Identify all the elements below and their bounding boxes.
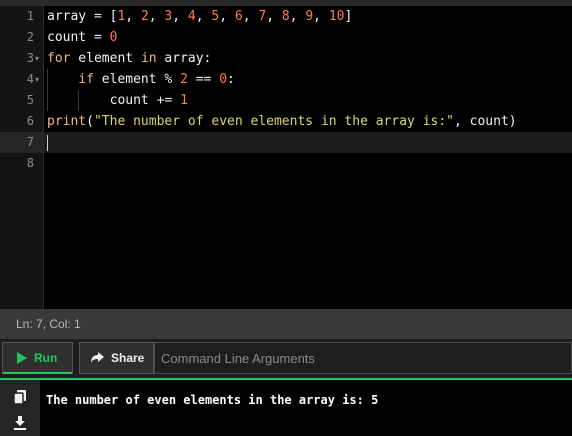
code-token: 6 (234, 9, 243, 24)
code-token: , (148, 9, 165, 24)
fold-toggle-icon[interactable]: ▾ (35, 69, 43, 90)
code-token: : (227, 72, 235, 87)
code-token: for (47, 51, 71, 66)
line-number: 5 (26, 93, 34, 107)
active-line-highlight (0, 132, 572, 153)
code-token: 9 (305, 9, 314, 24)
code-line[interactable]: for element in array: (47, 48, 211, 69)
code-editor[interactable]: 1 2 3 4 5 6 7 8 ▾ ▾ array = [1, 2, 3, 4,… (0, 0, 572, 309)
line-number: 3 (26, 51, 34, 65)
code-token: ] (344, 9, 353, 24)
run-toolbar: Run Share (0, 339, 572, 378)
run-button-label: Run (34, 351, 58, 365)
code-token: , (172, 9, 188, 24)
code-token: , (195, 9, 212, 24)
code-line[interactable]: array = [1, 2, 3, 4, 5, 6, 7, 8, 9, 10] (47, 6, 352, 27)
code-token: count (47, 93, 157, 108)
code-token: , (289, 9, 306, 24)
output-panel: The number of even elements in the array… (0, 378, 572, 436)
code-token: = (86, 30, 110, 45)
program-output: The number of even elements in the array… (46, 393, 379, 407)
line-number: 7 (26, 135, 34, 149)
line-number: 6 (26, 114, 34, 128)
code-token: == (187, 72, 220, 87)
code-token: += (156, 93, 173, 108)
play-icon (17, 352, 27, 364)
code-token: 10 (328, 9, 345, 24)
code-token: 2 (180, 72, 188, 87)
status-bar: Ln: 7, Col: 1 (0, 309, 572, 339)
fold-toggle-icon[interactable]: ▾ (35, 48, 43, 69)
code-token: , (266, 9, 282, 24)
code-token: 8 (281, 9, 290, 24)
text-cursor (47, 135, 48, 151)
code-token: 4 (187, 9, 196, 24)
share-icon (90, 351, 105, 366)
output-sidebar (0, 380, 40, 436)
line-number: 8 (26, 156, 34, 170)
code-line[interactable]: print("The number of even elements in th… (47, 111, 517, 132)
line-number: 4 (26, 72, 34, 86)
run-button[interactable]: Run (2, 342, 73, 374)
line-number: 1 (26, 9, 34, 23)
code-token: , count) (454, 114, 517, 129)
code-token: 7 (258, 9, 267, 24)
download-icon[interactable] (10, 414, 30, 432)
code-token: 1 (180, 93, 188, 108)
share-button[interactable]: Share (79, 342, 154, 374)
code-token: count (47, 30, 87, 45)
code-token: 2 (140, 9, 149, 24)
code-line[interactable]: if element % 2 == 0: (47, 69, 235, 90)
code-token: , (125, 9, 141, 24)
code-token: 0 (219, 72, 228, 87)
code-token: in (140, 51, 157, 66)
code-token: , (219, 9, 235, 24)
code-token: = (86, 9, 110, 24)
code-token: print (47, 114, 87, 129)
code-token: , (313, 9, 329, 24)
code-token: 0 (109, 30, 118, 45)
code-token: array (47, 9, 87, 24)
copy-icon[interactable] (10, 388, 30, 406)
command-line-arguments-input[interactable] (154, 342, 572, 374)
code-token: ( (86, 114, 94, 129)
code-token: array: (156, 51, 212, 66)
code-line[interactable]: count = 0 (47, 27, 117, 48)
code-token: "The number of even elements in the arra… (93, 114, 454, 129)
code-token: if (78, 72, 94, 87)
line-number: 2 (26, 30, 34, 44)
code-token: element (93, 72, 165, 87)
cursor-position: Ln: 7, Col: 1 (16, 317, 81, 331)
share-button-label: Share (111, 351, 145, 365)
code-token: , (242, 9, 259, 24)
code-token: element (70, 51, 141, 66)
code-line[interactable]: count += 1 (47, 90, 188, 111)
